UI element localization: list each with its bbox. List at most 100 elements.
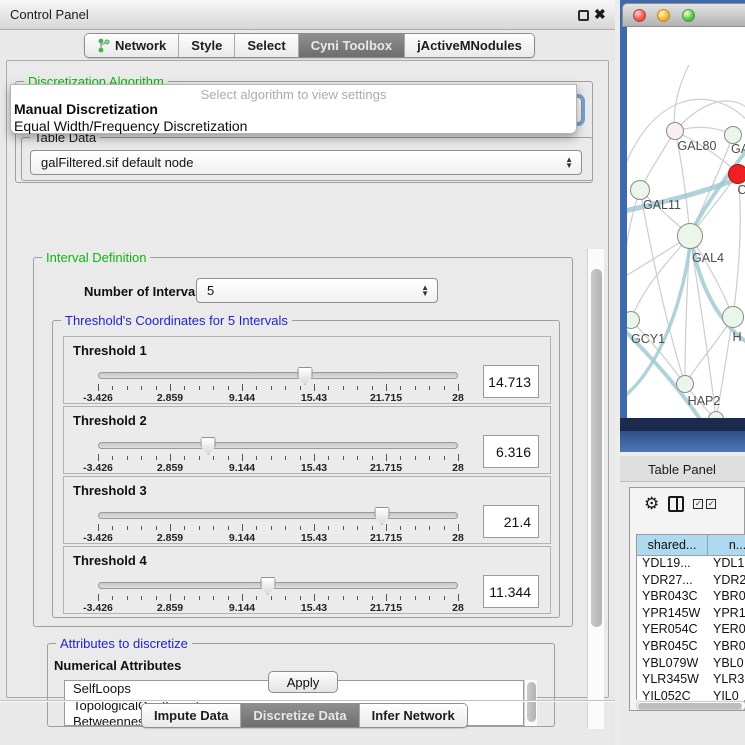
table-cell: YLR3 <box>708 672 745 689</box>
slider-thumb[interactable] <box>298 367 313 385</box>
table-data-group: Table Data galFiltered.sif default node … <box>21 137 593 181</box>
table-row[interactable]: YDR27...YDR2 <box>637 573 745 590</box>
tab-label: Cyni Toolbox <box>311 38 392 53</box>
column-layout-icon[interactable] <box>668 496 684 512</box>
algorithm-option[interactable]: Equal Width/Frequency Discretization <box>14 118 247 134</box>
close-icon[interactable]: ✖ <box>594 6 606 23</box>
mac-minimize-icon[interactable] <box>657 9 670 22</box>
tab-network[interactable]: Network <box>85 34 179 57</box>
checkbox-icon[interactable]: ✓ <box>693 499 703 509</box>
table-cell: YDR2 <box>708 573 745 590</box>
table-row[interactable]: YBR045CYBR0 <box>637 639 745 656</box>
network-node[interactable] <box>722 306 744 328</box>
tab-label: Impute Data <box>154 708 228 723</box>
slider-tick-labels: -3.4262.8599.14415.4321.71528 <box>98 392 458 404</box>
network-canvas[interactable]: GAL80GACGAL11GAL4GCY1HHAP2 <box>627 27 745 418</box>
tab-label: Network <box>115 38 166 53</box>
network-node[interactable] <box>676 375 694 393</box>
node-table[interactable]: shared...n... YDL19...YDL1YDR27...YDR2YB… <box>636 534 745 700</box>
table-cell: YBL079W <box>637 656 708 673</box>
threshold-box: Threshold 1 -3.4262.8599.14415.4321.7152… <box>63 336 551 404</box>
threshold-label: Threshold 3 <box>73 483 147 498</box>
threshold-slider[interactable]: -3.4262.8599.14415.4321.71528 <box>98 370 458 400</box>
table-cell: YPR1 <box>708 606 745 623</box>
mac-zoom-icon[interactable] <box>682 9 695 22</box>
control-panel-titlebar: Control Panel ✖ <box>0 0 615 30</box>
apply-button[interactable]: Apply <box>268 671 338 693</box>
control-panel-content: Discretization Algorithm Table Data galF… <box>6 60 609 698</box>
threshold-value-field[interactable]: 6.316 <box>483 435 539 468</box>
tab-select[interactable]: Select <box>235 34 298 57</box>
float-window-icon[interactable] <box>578 10 589 21</box>
network-frame-gradient <box>620 431 745 452</box>
slider-track[interactable] <box>98 582 458 589</box>
table-row[interactable]: YIL052CYIL0 <box>637 689 745 700</box>
slider-thumb[interactable] <box>375 507 390 525</box>
algorithm-placeholder: Select algorithm to view settings <box>11 87 576 102</box>
tab-discretize-data[interactable]: Discretize Data <box>241 704 359 727</box>
tab-style[interactable]: Style <box>179 34 235 57</box>
attributes-scrollbar[interactable] <box>524 680 537 726</box>
algorithm-option[interactable]: Manual Discretization <box>14 101 158 117</box>
slider-thumb[interactable] <box>260 577 275 595</box>
network-node[interactable] <box>630 180 650 200</box>
table-row[interactable]: YBL079WYBL0 <box>637 656 745 673</box>
threshold-value-field[interactable]: 11.344 <box>483 575 539 608</box>
node-label: GAL11 <box>643 198 681 212</box>
slider-thumb[interactable] <box>201 437 216 455</box>
slider-ticks <box>98 524 458 532</box>
tab-infer-network[interactable]: Infer Network <box>360 704 467 727</box>
settings-scrollpane: Interval Definition Number of Intervals … <box>19 249 605 729</box>
network-node[interactable] <box>728 164 745 184</box>
number-of-intervals-label: Number of Intervals <box>84 284 206 299</box>
table-toolbar: ⚙ ✓ ✓ <box>630 488 744 520</box>
slider-ticks <box>98 384 458 392</box>
threshold-box: Threshold 4 -3.4262.8599.14415.4321.7152… <box>63 546 551 614</box>
node-label: C <box>737 183 745 197</box>
table-panel-body: ⚙ ✓ ✓ shared...n... YDL19...YDL1YDR27...… <box>629 487 745 711</box>
network-node[interactable] <box>666 122 684 140</box>
tab-jactivemnodules[interactable]: jActiveMNodules <box>405 34 534 57</box>
table-column-header[interactable]: n... <box>708 535 745 556</box>
threshold-slider[interactable]: -3.4262.8599.14415.4321.71528 <box>98 580 458 610</box>
table-row[interactable]: YPR145WYPR1 <box>637 606 745 623</box>
threshold-value-field[interactable]: 14.713 <box>483 365 539 398</box>
numerical-attributes-label: Numerical Attributes <box>54 658 181 673</box>
threshold-label: Threshold 4 <box>73 553 147 568</box>
node-label: GCY1 <box>631 332 665 346</box>
number-of-intervals-combobox[interactable]: 5 ▲▼ <box>196 278 438 303</box>
table-cell: YBR0 <box>708 639 745 656</box>
slider-track[interactable] <box>98 372 458 379</box>
table-cell: YPR145W <box>637 606 708 623</box>
settings-vertical-scrollbar[interactable] <box>587 249 604 729</box>
threshold-slider[interactable]: -3.4262.8599.14415.4321.71528 <box>98 440 458 470</box>
table-cell: YER0 <box>708 622 745 639</box>
tab-cyni-toolbox[interactable]: Cyni Toolbox <box>299 34 405 57</box>
node-label: GAL80 <box>678 139 717 153</box>
network-node[interactable] <box>677 223 703 249</box>
divider <box>0 700 615 702</box>
table-row[interactable]: YLR345WYLR3 <box>637 672 745 689</box>
table-cell: YIL0 <box>708 689 745 700</box>
mac-close-icon[interactable] <box>633 9 646 22</box>
table-column-header[interactable]: shared... <box>637 535 708 556</box>
checkbox-icon[interactable]: ✓ <box>706 499 716 509</box>
slider-tick-labels: -3.4262.8599.14415.4321.71528 <box>98 462 458 474</box>
algorithm-dropdown-popup: Select algorithm to view settings Manual… <box>10 84 577 134</box>
table-panel-titlebar: Table Panel <box>620 456 745 482</box>
network-icon <box>97 38 110 53</box>
table-row[interactable]: YER054CYER0 <box>637 622 745 639</box>
tab-impute-data[interactable]: Impute Data <box>142 704 241 727</box>
table-row[interactable]: YDL19...YDL1 <box>637 556 745 573</box>
threshold-value-field[interactable]: 21.4 <box>483 505 539 538</box>
slider-track[interactable] <box>98 442 458 449</box>
table-horizontal-scrollbar[interactable] <box>636 701 745 710</box>
table-row[interactable]: YBR043CYBR0 <box>637 589 745 606</box>
slider-ticks <box>98 594 458 602</box>
table-data-combobox[interactable]: galFiltered.sif default node ▲▼ <box>30 150 582 175</box>
settings-gear-icon[interactable]: ⚙ <box>644 494 659 514</box>
threshold-slider[interactable]: -3.4262.8599.14415.4321.71528 <box>98 510 458 540</box>
table-cell: YLR345W <box>637 672 708 689</box>
slider-track[interactable] <box>98 512 458 519</box>
interval-definition-title: Interval Definition <box>42 250 150 265</box>
